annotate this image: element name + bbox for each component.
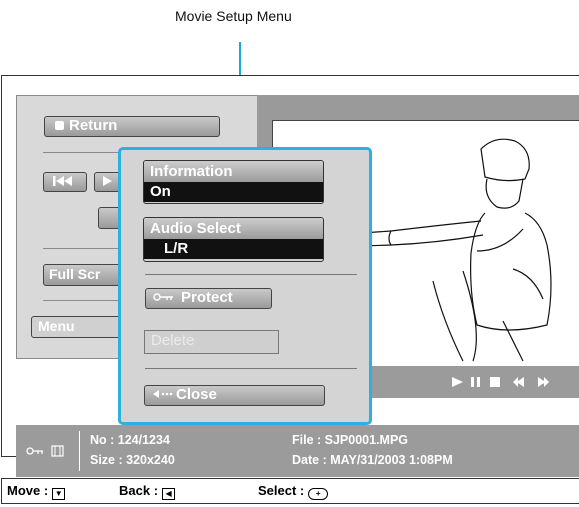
select-hint: Select : + <box>258 483 329 500</box>
return-icon <box>55 121 64 130</box>
close-icon <box>153 390 173 398</box>
protect-button[interactable]: Protect <box>145 288 272 309</box>
information-value: On <box>144 182 323 202</box>
close-label: Close <box>176 386 217 403</box>
return-button[interactable]: Return <box>44 116 220 137</box>
protect-status-icon <box>26 447 43 455</box>
file-name: File : SJP0001.MPG <box>292 433 409 447</box>
down-key-icon: ▼ <box>52 488 66 500</box>
play-control-icon <box>452 377 463 387</box>
information-label: Information <box>144 161 323 182</box>
pause-control-icon <box>471 377 474 387</box>
info-divider <box>79 431 80 471</box>
audio-select-setting[interactable]: Audio Select L/R <box>143 217 324 262</box>
callout-title: Movie Setup Menu <box>175 8 292 24</box>
close-button[interactable]: Close <box>144 385 325 406</box>
menu-divider <box>145 368 357 369</box>
file-number: No : 124/1234 <box>90 433 170 447</box>
stop-control-icon <box>490 377 500 387</box>
return-label: Return <box>69 117 118 134</box>
menu-button[interactable]: Menu <box>31 316 121 338</box>
file-date: Date : MAY/31/2003 1:08PM <box>292 453 453 467</box>
protect-label: Protect <box>181 289 233 306</box>
select-key-icon: + <box>308 488 329 500</box>
key-icon <box>153 293 173 301</box>
rewind-control-icon <box>513 377 524 387</box>
audio-select-label: Audio Select <box>144 218 323 239</box>
delete-button[interactable]: Delete <box>144 330 279 354</box>
left-key-icon: ◀ <box>162 488 176 500</box>
image-size: Size : 320x240 <box>90 453 175 467</box>
audio-select-value: L/R <box>144 239 323 259</box>
movie-file-icon <box>51 445 64 457</box>
information-setting[interactable]: Information On <box>143 160 324 204</box>
move-hint: Move : ▼ <box>7 483 66 500</box>
menu-divider <box>145 274 357 275</box>
file-info-bar: No : 124/1234 Size : 320x240 File : SJP0… <box>16 425 579 477</box>
full-screen-button[interactable]: Full Scr <box>43 264 123 286</box>
skip-back-button[interactable] <box>43 172 87 192</box>
navigation-hint-bar: Move : ▼ Back : ◀ Select : + <box>1 478 579 504</box>
back-hint: Back : ◀ <box>119 483 176 500</box>
skip-back-icon <box>53 176 72 186</box>
fast-forward-control-icon <box>538 377 549 387</box>
